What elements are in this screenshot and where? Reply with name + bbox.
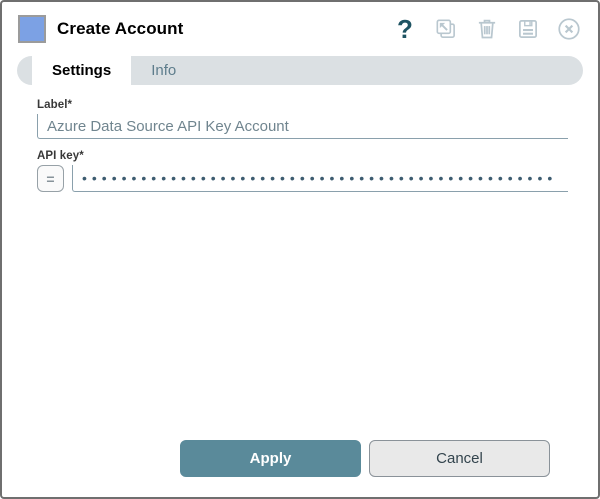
delete-icon[interactable] bbox=[474, 16, 500, 42]
dialog-footer: Apply Cancel bbox=[37, 440, 568, 497]
tab-settings[interactable]: Settings bbox=[32, 56, 132, 85]
api-key-field-label: API key* bbox=[37, 150, 84, 162]
help-icon[interactable]: ? bbox=[392, 16, 418, 42]
save-icon[interactable] bbox=[515, 16, 541, 42]
detach-dialog-icon[interactable] bbox=[433, 16, 459, 42]
flow-variable-button[interactable]: = bbox=[37, 165, 64, 192]
tab-bar-cap bbox=[17, 56, 32, 85]
cancel-button[interactable]: Cancel bbox=[369, 440, 550, 477]
header-toolbar: ? bbox=[392, 16, 582, 42]
label-field-group: Label* bbox=[37, 99, 568, 139]
close-icon[interactable] bbox=[556, 16, 582, 42]
create-account-dialog: Create Account ? Settings Info Label* Az… bbox=[0, 0, 600, 499]
settings-panel: Label* API key* = Apply Cancel bbox=[2, 85, 598, 497]
apply-button[interactable]: Apply bbox=[180, 440, 361, 477]
dialog-header: Create Account ? bbox=[2, 2, 598, 49]
tab-info[interactable]: Info bbox=[131, 56, 196, 85]
tab-bar: Settings Info bbox=[17, 56, 583, 85]
api-key-field-group: API key* = bbox=[37, 150, 568, 192]
node-icon bbox=[18, 15, 46, 43]
label-input[interactable] bbox=[37, 114, 568, 139]
api-key-row: = bbox=[37, 165, 568, 192]
api-key-input[interactable] bbox=[72, 165, 568, 192]
tab-settings-label: Settings bbox=[52, 62, 112, 79]
tab-info-label: Info bbox=[151, 62, 177, 79]
dialog-title: Create Account bbox=[57, 19, 184, 38]
label-field-label: Label* bbox=[37, 99, 73, 111]
